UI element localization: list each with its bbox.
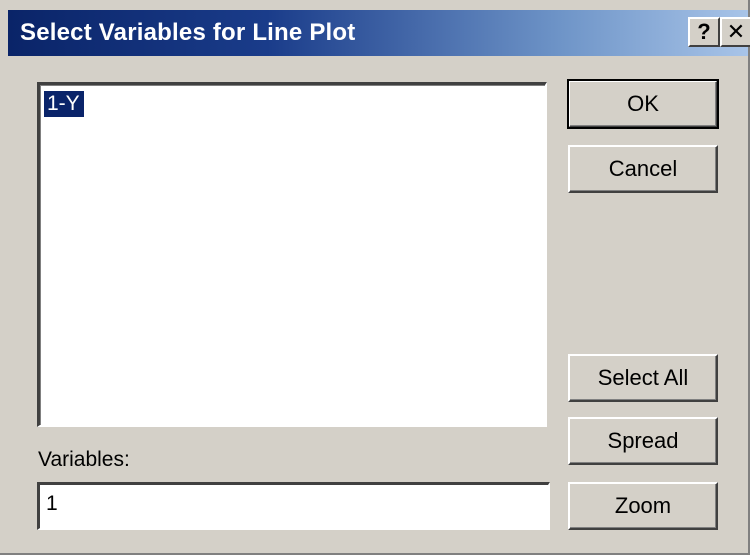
spread-button[interactable]: Spread — [568, 417, 718, 465]
help-icon: ? — [697, 19, 711, 44]
help-button[interactable]: ? — [688, 17, 720, 47]
select-variables-dialog: Select Variables for Line Plot ? ✕ 1-Y O… — [0, 0, 750, 555]
close-icon: ✕ — [726, 19, 746, 44]
cancel-button[interactable]: Cancel — [568, 145, 718, 193]
variables-label: Variables: — [38, 448, 130, 471]
select-all-button[interactable]: Select All — [568, 354, 718, 402]
title-bar[interactable]: Select Variables for Line Plot ? ✕ — [8, 10, 750, 56]
window-title: Select Variables for Line Plot — [20, 19, 356, 46]
variables-field[interactable]: 1 — [37, 482, 550, 530]
ok-button[interactable]: OK — [567, 79, 719, 129]
variables-listbox[interactable]: 1-Y — [37, 82, 547, 427]
close-button[interactable]: ✕ — [720, 17, 750, 47]
zoom-button[interactable]: Zoom — [568, 482, 718, 530]
list-item[interactable]: 1-Y — [44, 91, 84, 117]
